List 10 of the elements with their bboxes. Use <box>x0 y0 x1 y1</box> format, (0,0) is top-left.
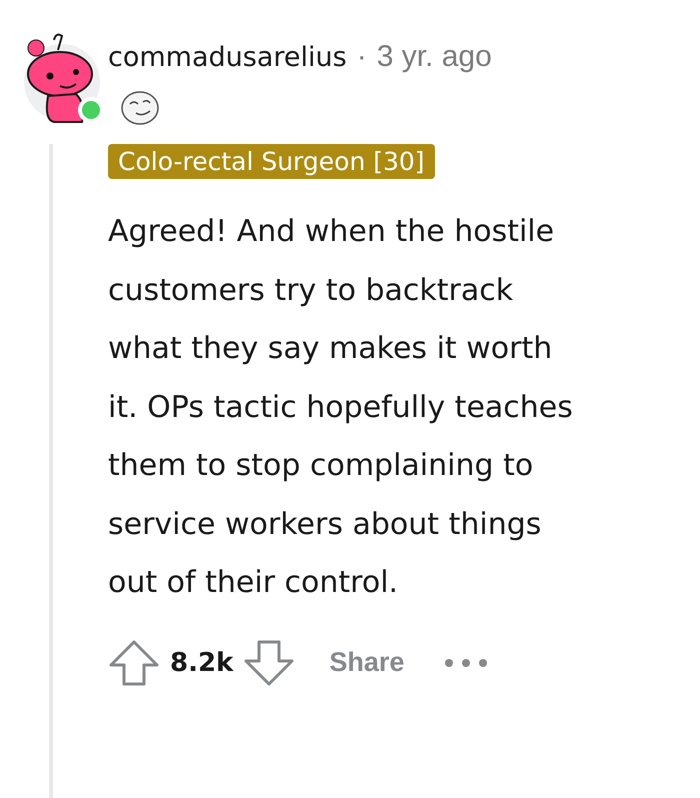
comment-text: Agreed! And when the hostile customers try to backtrack what they say makes it worth it. OPs tactic hopefully teaches them to stop complaining to service workers about things out of their control. <box>108 213 574 602</box>
separator: · <box>356 40 367 74</box>
upvote-button[interactable] <box>108 638 160 686</box>
vote-count: 8.2k <box>170 648 234 678</box>
avatar-drawing[interactable] <box>24 34 100 123</box>
timestamp: 3 yr. ago <box>376 40 492 74</box>
downvote-button[interactable] <box>243 638 296 686</box>
user-flair: Colo-rectal Surgeon [30] <box>108 144 435 179</box>
username[interactable]: commadusarelius <box>108 42 347 72</box>
more-options-icon[interactable] <box>444 658 488 668</box>
